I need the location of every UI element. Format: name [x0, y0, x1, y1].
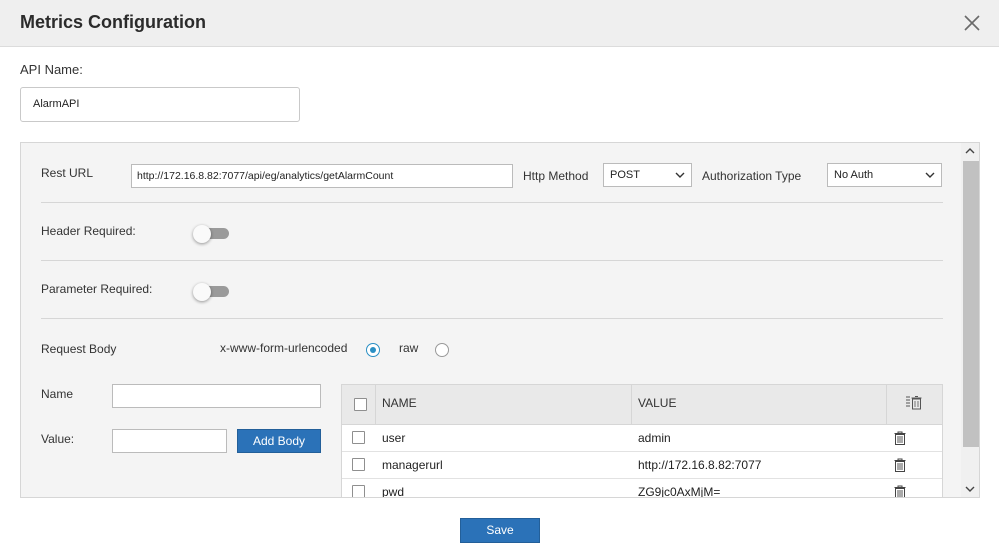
row-checkbox[interactable]	[352, 458, 365, 471]
http-method-value: POST	[610, 169, 640, 181]
dialog-header: Metrics Configuration	[0, 0, 999, 47]
parameter-required-label: Parameter Required:	[41, 282, 153, 296]
body-table: NAME VALUE user admin managerurl http://…	[341, 384, 943, 498]
divider	[41, 202, 943, 203]
table-row: user admin	[342, 425, 942, 452]
divider	[41, 318, 943, 319]
chevron-up-icon[interactable]	[964, 145, 976, 157]
api-name-input[interactable]: AlarmAPI	[20, 87, 300, 122]
table-row: pwd ZG9jc0AxMjM=	[342, 479, 942, 498]
close-icon[interactable]	[961, 12, 983, 34]
trash-icon[interactable]	[894, 458, 906, 472]
toggle-knob	[193, 225, 211, 243]
header-required-label: Header Required:	[41, 224, 136, 238]
authorization-type-select[interactable]: No Auth	[827, 163, 942, 187]
panel-scrollbar[interactable]	[961, 143, 979, 497]
row-value: admin	[638, 431, 671, 445]
column-divider	[631, 385, 632, 425]
row-checkbox[interactable]	[352, 485, 365, 497]
body-value-input[interactable]	[112, 429, 227, 453]
column-divider	[375, 385, 376, 425]
chevron-down-icon	[925, 172, 935, 178]
authorization-type-value: No Auth	[834, 169, 874, 181]
trash-icon[interactable]	[894, 431, 906, 445]
column-divider	[886, 385, 887, 425]
trash-icon[interactable]	[894, 485, 906, 498]
row-name: pwd	[382, 485, 405, 498]
body-name-input[interactable]	[112, 384, 321, 408]
request-body-label: Request Body	[41, 342, 117, 356]
table-row: managerurl http://172.16.8.82:7077	[342, 452, 942, 479]
parameter-required-toggle[interactable]	[193, 283, 229, 301]
column-header-value: VALUE	[638, 396, 677, 410]
chevron-down-icon	[675, 172, 685, 178]
dialog-title: Metrics Configuration	[20, 12, 207, 32]
row-value: ZG9jc0AxMjM=	[638, 485, 721, 498]
metrics-configuration-dialog: Metrics Configuration API Name: AlarmAPI…	[0, 0, 999, 558]
row-name: managerurl	[382, 458, 443, 472]
delete-all-icon[interactable]	[905, 395, 923, 411]
row-name: user	[382, 431, 406, 445]
save-button[interactable]: Save	[460, 518, 540, 543]
http-method-label: Http Method	[523, 169, 589, 183]
row-value: http://172.16.8.82:7077	[638, 458, 762, 472]
scrollbar-thumb[interactable]	[963, 161, 979, 447]
divider	[41, 260, 943, 261]
authorization-type-label: Authorization Type	[702, 169, 802, 183]
body-value-label: Value:	[41, 432, 75, 446]
table-header: NAME VALUE	[342, 385, 942, 425]
row-checkbox[interactable]	[352, 431, 365, 444]
http-method-select[interactable]: POST	[603, 163, 692, 187]
chevron-down-icon[interactable]	[964, 483, 976, 495]
body-name-label: Name	[41, 387, 74, 401]
select-all-checkbox[interactable]	[354, 398, 367, 411]
api-name-label: API Name:	[20, 62, 83, 77]
raw-label: raw	[399, 341, 419, 355]
rest-url-label: Rest URL	[41, 166, 94, 180]
rest-url-input[interactable]: http://172.16.8.82:7077/api/eg/analytics…	[131, 164, 513, 188]
x-www-form-urlencoded-label: x-www-form-urlencoded	[220, 341, 348, 355]
header-required-toggle[interactable]	[193, 225, 229, 243]
config-panel: Rest URL http://172.16.8.82:7077/api/eg/…	[20, 142, 980, 498]
raw-radio[interactable]	[435, 343, 449, 357]
add-body-button[interactable]: Add Body	[237, 429, 321, 453]
x-www-form-urlencoded-radio[interactable]	[366, 343, 380, 357]
column-header-name: NAME	[382, 396, 417, 410]
toggle-knob	[193, 283, 211, 301]
